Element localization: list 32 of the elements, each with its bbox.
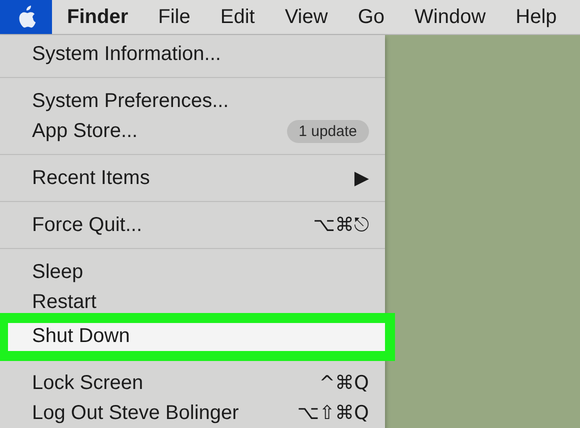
menu-item-label: Recent Items bbox=[32, 166, 150, 190]
menu-bar-item[interactable]: Go bbox=[342, 6, 400, 28]
menu-item-label: System Information... bbox=[32, 42, 221, 66]
menu-item-label: Restart bbox=[32, 290, 96, 314]
menu-item[interactable]: Sleep bbox=[0, 257, 385, 287]
menu-bar-item[interactable]: Edit bbox=[205, 6, 270, 28]
menu-item-label: Log Out Steve Bolinger bbox=[32, 402, 239, 424]
menu-item[interactable]: System Information... bbox=[0, 39, 385, 69]
keyboard-shortcut: ⌥⇧⌘Q bbox=[297, 402, 369, 424]
menu-item[interactable]: Force Quit... ⌥⌘⎋ bbox=[0, 210, 385, 240]
menu-bar-item[interactable]: Help bbox=[500, 6, 572, 28]
apple-menu-button[interactable] bbox=[0, 0, 52, 34]
keyboard-shortcut: ^⌘Q bbox=[319, 372, 369, 394]
menu-item[interactable]: Log Out Steve Bolinger ⌥⇧⌘Q bbox=[0, 398, 385, 428]
menu-item[interactable]: Recent Items ▶ bbox=[0, 163, 385, 193]
menu-bar-item[interactable]: Finder bbox=[52, 6, 144, 28]
menu-item-label: Lock Screen bbox=[32, 372, 144, 394]
keyboard-shortcut: ⌥⌘⎋ bbox=[313, 214, 369, 236]
menu-bar-item[interactable]: View bbox=[270, 6, 343, 28]
menu-item[interactable]: Lock Screen ^⌘Q bbox=[0, 368, 385, 398]
menu-item[interactable]: Restart bbox=[0, 287, 385, 317]
menu-item-label: System Preferences... bbox=[32, 90, 229, 112]
menu-item-label: Sleep bbox=[32, 260, 84, 284]
menu-bar-item[interactable]: File bbox=[143, 6, 206, 28]
menu-item[interactable]: System Preferences... bbox=[0, 86, 385, 116]
menu-bar-item[interactable]: Window bbox=[400, 6, 501, 28]
menu-item-label: Shut Down bbox=[32, 324, 130, 348]
menu-item[interactable]: App Store... 1 update bbox=[0, 116, 385, 146]
update-badge: 1 update bbox=[286, 120, 369, 142]
menu-item-label: Force Quit... bbox=[32, 214, 142, 236]
submenu-arrow: ▶ bbox=[354, 167, 369, 189]
menu-item-label: App Store... bbox=[32, 120, 138, 142]
